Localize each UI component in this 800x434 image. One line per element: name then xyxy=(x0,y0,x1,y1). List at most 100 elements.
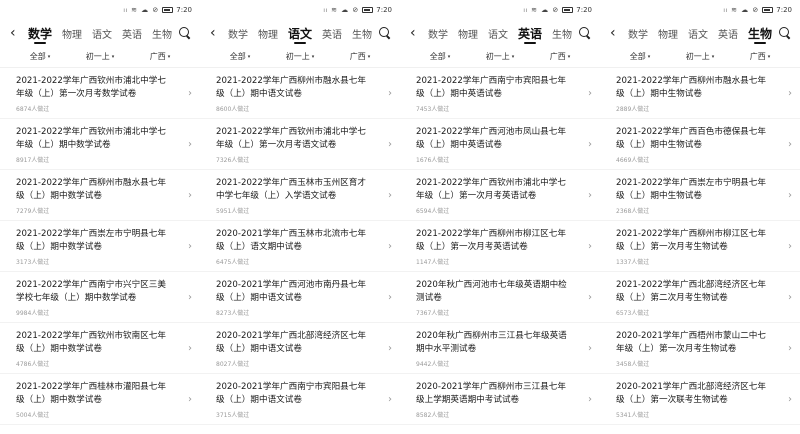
tab-2[interactable]: 语文 xyxy=(288,23,312,43)
list-item[interactable]: 2020年秋广西柳州市三江县七年级英语期中水平测试卷 9442人做过 › xyxy=(400,323,600,374)
tab-1[interactable]: 物理 xyxy=(458,23,478,43)
tab-4[interactable]: 生物 xyxy=(352,23,372,43)
list-item[interactable]: 2021-2022学年广西桂林市灌阳县七年级（上）期中数学试卷 5004人做过 › xyxy=(0,374,200,425)
tab-2[interactable]: 语文 xyxy=(92,23,112,43)
view-count: 8917人做过 xyxy=(16,157,50,164)
list-item[interactable]: 2021-2022学年广西北部湾经济区七年级（上）第二次月考生物试卷 6573人做… xyxy=(600,272,800,323)
battery-icon xyxy=(162,7,174,13)
filter-dropdown-2[interactable]: 广西 ▾ xyxy=(150,51,171,62)
view-count: 2368人做过 xyxy=(616,208,650,215)
view-count: 8582人做过 xyxy=(416,412,450,419)
filter-bar: 全部 ▾ 初一上 ▾ 广西 ▾ xyxy=(600,46,800,68)
list-item[interactable]: 2021-2022学年广西玉林市玉州区育才中学七年级（上）入学语文试卷 5951人… xyxy=(200,170,400,221)
chevron-right-icon: › xyxy=(388,292,392,303)
chevron-right-icon: › xyxy=(188,394,192,405)
filter-dropdown-0[interactable]: 全部 ▾ xyxy=(430,51,451,62)
exam-title: 2020-2021学年广西河池市南丹县七年级（上）期中语文试卷 xyxy=(216,280,366,303)
tab-2[interactable]: 语文 xyxy=(488,23,508,43)
filter-dropdown-1[interactable]: 初一上 ▾ xyxy=(686,51,715,62)
exam-title: 2021-2022学年广西柳州市融水县七年级（上）期中生物试卷 xyxy=(616,76,766,99)
list-item[interactable]: 2020-2021学年广西南宁市宾阳县七年级（上）期中语文试卷 3715人做过 › xyxy=(200,374,400,425)
filter-label: 广西 xyxy=(349,52,366,61)
tab-4[interactable]: 生物 xyxy=(152,23,172,43)
view-count: 4669人做过 xyxy=(616,157,650,164)
exam-title: 2020-2021学年广西北部湾经济区七年级（上）期中语文试卷 xyxy=(216,331,366,354)
filter-dropdown-2[interactable]: 广西 ▾ xyxy=(550,51,571,62)
tab-1[interactable]: 物理 xyxy=(62,23,82,43)
tab-3[interactable]: 英语 xyxy=(122,23,142,43)
subject-tabs: 数学 物理 语文 英语 生物 xyxy=(424,23,578,43)
tab-1[interactable]: 物理 xyxy=(658,23,678,43)
chevron-right-icon: › xyxy=(588,241,592,252)
filter-dropdown-0[interactable]: 全部 ▾ xyxy=(230,51,251,62)
tab-0[interactable]: 数学 xyxy=(428,23,448,43)
tab-0[interactable]: 数学 xyxy=(228,23,248,43)
view-count: 1676人做过 xyxy=(416,157,450,164)
tab-3[interactable]: 英语 xyxy=(718,23,738,43)
signal-icons: ₗₗ ≋ ☁ ⊘ xyxy=(723,6,760,14)
view-count: 7279人做过 xyxy=(16,208,50,215)
subject-tabs: 数学 物理 语文 英语 生物 xyxy=(224,23,378,43)
list-item[interactable]: 2021-2022学年广西南宁市兴宁区三美学校七年级（上）期中数学试卷 9984人… xyxy=(0,272,200,323)
list-item[interactable]: 2020-2021学年广西梧州市蒙山二中七年级（上）第一次月考生物试卷 3458人… xyxy=(600,323,800,374)
search-icon[interactable] xyxy=(578,26,592,40)
tab-0[interactable]: 数学 xyxy=(628,23,648,43)
back-arrow-icon[interactable]: ‹ xyxy=(410,26,424,40)
list-item[interactable]: 2020-2021学年广西玉林市北流市七年级（上）语文期中试卷 6475人做过 › xyxy=(200,221,400,272)
chevron-right-icon: › xyxy=(188,241,192,252)
exam-title: 2021-2022学年广西崇左市宁明县七年级（上）期中生物试卷 xyxy=(616,178,766,201)
filter-dropdown-2[interactable]: 广西 ▾ xyxy=(350,51,371,62)
tab-4[interactable]: 生物 xyxy=(748,23,772,43)
list-item[interactable]: 2021-2022学年广西崇左市宁明县七年级（上）期中数学试卷 3173人做过 › xyxy=(0,221,200,272)
chevron-right-icon: › xyxy=(788,241,792,252)
back-arrow-icon[interactable]: ‹ xyxy=(610,26,624,40)
tab-1[interactable]: 物理 xyxy=(258,23,278,43)
list-item[interactable]: 2021-2022学年广西柳州市柳江区七年级（上）第一次月考生物试卷 1337人做… xyxy=(600,221,800,272)
status-time: 7:20 xyxy=(776,6,792,14)
list-item[interactable]: 2020-2021学年广西柳州市三江县七年级上学期英语期中考试试卷 8582人做过… xyxy=(400,374,600,425)
filter-dropdown-0[interactable]: 全部 ▾ xyxy=(30,51,51,62)
tab-4[interactable]: 生物 xyxy=(552,23,572,43)
exam-title: 2021-2022学年广西桂林市灌阳县七年级（上）期中数学试卷 xyxy=(16,382,166,405)
list-item[interactable]: 2021-2022学年广西柳州市柳江区七年级（上）第一次月考英语试卷 1147人做… xyxy=(400,221,600,272)
filter-label: 全部 xyxy=(229,52,246,61)
filter-dropdown-1[interactable]: 初一上 ▾ xyxy=(486,51,515,62)
filter-dropdown-1[interactable]: 初一上 ▾ xyxy=(286,51,315,62)
exam-title: 2020-2021学年广西柳州市三江县七年级上学期英语期中考试试卷 xyxy=(416,382,566,405)
list-item[interactable]: 2021-2022学年广西柳州市融水县七年级（上）期中生物试卷 2889人做过 › xyxy=(600,68,800,119)
filter-dropdown-2[interactable]: 广西 ▾ xyxy=(750,51,771,62)
exam-title: 2020年秋广西河池市七年级英语期中检测试卷 xyxy=(416,280,567,303)
search-icon[interactable] xyxy=(378,26,392,40)
tab-3[interactable]: 英语 xyxy=(322,23,342,43)
list-item[interactable]: 2020年秋广西河池市七年级英语期中检测试卷 7367人做过 › xyxy=(400,272,600,323)
chevron-right-icon: › xyxy=(788,88,792,99)
list-item[interactable]: 2021-2022学年广西柳州市融水县七年级（上）期中数学试卷 7279人做过 › xyxy=(0,170,200,221)
list-item[interactable]: 2021-2022学年广西柳州市融水县七年级（上）期中语文试卷 8600人做过 › xyxy=(200,68,400,119)
list-item[interactable]: 2021-2022学年广西钦州市浦北中学七年级（上）期中数学试卷 8917人做过 › xyxy=(0,119,200,170)
back-arrow-icon[interactable]: ‹ xyxy=(10,26,24,40)
list-item[interactable]: 2020-2021学年广西河池市南丹县七年级（上）期中语文试卷 8273人做过 › xyxy=(200,272,400,323)
search-icon[interactable] xyxy=(778,26,792,40)
filter-dropdown-0[interactable]: 全部 ▾ xyxy=(630,51,651,62)
exam-title: 2020-2021学年广西梧州市蒙山二中七年级（上）第一次月考生物试卷 xyxy=(616,331,766,354)
back-arrow-icon[interactable]: ‹ xyxy=(210,26,224,40)
list-item[interactable]: 2021-2022学年广西崇左市宁明县七年级（上）期中生物试卷 2368人做过 › xyxy=(600,170,800,221)
exam-list: 2021-2022学年广西柳州市融水县七年级（上）期中语文试卷 8600人做过 › 2… xyxy=(200,68,400,425)
list-item[interactable]: 2020-2021学年广西北部湾经济区七年级（上）期中语文试卷 8027人做过 › xyxy=(200,323,400,374)
list-item[interactable]: 2021-2022学年广西钦州市浦北中学七年级（上）第一次月考数学试卷 6874人… xyxy=(0,68,200,119)
tab-0[interactable]: 数学 xyxy=(28,23,52,43)
list-item[interactable]: 2021-2022学年广西钦州市浦北中学七年级（上）第一次月考语文试卷 7326人… xyxy=(200,119,400,170)
list-item[interactable]: 2020-2021学年广西北部湾经济区七年级（上）第一次联考生物试卷 5341人做… xyxy=(600,374,800,425)
list-item[interactable]: 2021-2022学年广西钦州市浦北中学七年级（上）第一次月考英语试卷 6594人… xyxy=(400,170,600,221)
search-icon[interactable] xyxy=(178,26,192,40)
view-count: 1337人做过 xyxy=(616,259,650,266)
tab-2[interactable]: 语文 xyxy=(688,23,708,43)
filter-bar: 全部 ▾ 初一上 ▾ 广西 ▾ xyxy=(0,46,200,68)
list-item[interactable]: 2021-2022学年广西钦州市钦南区七年级（上）期中数学试卷 4786人做过 › xyxy=(0,323,200,374)
tab-3[interactable]: 英语 xyxy=(518,23,542,43)
status-bar: ₗₗ ≋ ☁ ⊘ 7:20 xyxy=(200,0,400,20)
list-item[interactable]: 2021-2022学年广西百色市德保县七年级（上）期中生物试卷 4669人做过 › xyxy=(600,119,800,170)
list-item[interactable]: 2021-2022学年广西南宁市宾阳县七年级（上）期中英语试卷 7453人做过 › xyxy=(400,68,600,119)
filter-dropdown-1[interactable]: 初一上 ▾ xyxy=(86,51,115,62)
list-item[interactable]: 2021-2022学年广西河池市凤山县七年级（上）期中英语试卷 1676人做过 › xyxy=(400,119,600,170)
